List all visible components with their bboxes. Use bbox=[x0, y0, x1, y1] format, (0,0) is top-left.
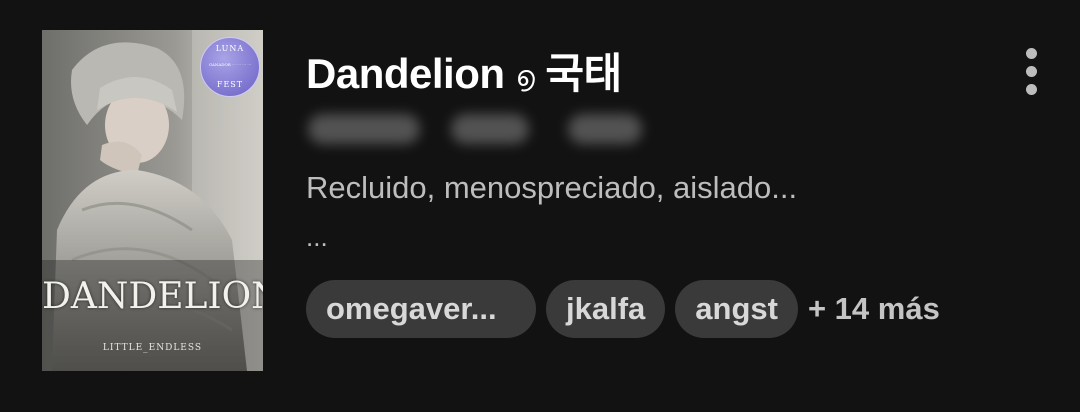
more-vertical-icon bbox=[1026, 48, 1037, 59]
more-vertical-icon-dot bbox=[1026, 84, 1037, 95]
tag-chip[interactable]: jkalfa bbox=[546, 280, 666, 338]
story-title[interactable]: Dandelion ൭ 국태 bbox=[306, 40, 622, 101]
badge-bottom-text: FEST bbox=[216, 80, 244, 89]
story-cover[interactable]: LUNA GANADOR ··· ··· ··· ··· FEST DANDEL… bbox=[42, 30, 263, 371]
cover-title: DANDELION bbox=[42, 276, 263, 317]
tag-chip[interactable]: angst bbox=[675, 280, 798, 338]
story-title-text: Dandelion bbox=[306, 50, 505, 97]
story-stats-blurred bbox=[306, 114, 646, 144]
parts-stat bbox=[568, 114, 642, 144]
cover-author: LITTLE_ENDLESS bbox=[102, 343, 203, 353]
votes-stat bbox=[451, 114, 529, 144]
story-title-glyph: ൭ bbox=[515, 60, 535, 92]
badge-top-text: LUNA bbox=[215, 44, 245, 53]
tag-list: omegaver... jkalfa angst + 14 más bbox=[306, 280, 940, 338]
reads-stat bbox=[308, 114, 420, 144]
more-vertical-icon-dot bbox=[1026, 66, 1037, 77]
tag-chip[interactable]: omegaver... bbox=[306, 280, 536, 338]
badge-middle-text: GANADOR ··· ··· ··· ··· bbox=[208, 62, 252, 67]
story-description: Recluido, menospreciado, aislado... bbox=[306, 170, 798, 205]
luna-fest-badge: LUNA GANADOR ··· ··· ··· ··· FEST bbox=[200, 37, 260, 97]
story-description-ellipsis: ... bbox=[306, 222, 328, 252]
story-card[interactable]: LUNA GANADOR ··· ··· ··· ··· FEST DANDEL… bbox=[0, 0, 1080, 412]
more-options-button[interactable] bbox=[1018, 48, 1046, 96]
more-tags-link[interactable]: + 14 más bbox=[808, 280, 940, 338]
story-title-korean: 국태 bbox=[545, 50, 622, 97]
